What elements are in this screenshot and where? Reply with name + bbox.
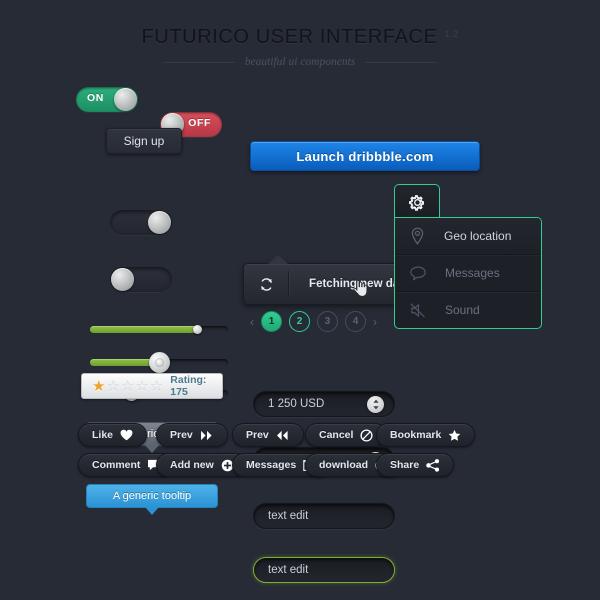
map-pin-icon: [411, 227, 424, 245]
refresh-button[interactable]: [244, 264, 288, 304]
pagination-page-1[interactable]: 1: [261, 311, 282, 332]
pill-label: Like: [92, 429, 114, 441]
stepper-icon[interactable]: [367, 395, 384, 413]
rating-star[interactable]: ☆: [106, 379, 119, 394]
settings-item-geo-location[interactable]: Geo location: [395, 218, 541, 255]
tooltip-arrow: [145, 507, 159, 515]
rule-right: [365, 61, 438, 63]
no-entry-icon: [360, 428, 373, 442]
tooltip-blue-label: A generic tooltip: [112, 490, 192, 502]
pill-label: Add new: [170, 459, 214, 471]
text-edit-focused-value: text edit: [268, 564, 309, 576]
forward-icon: [200, 430, 214, 441]
text-edit-value: text edit: [268, 510, 309, 522]
settings-panel: Geo location Messages Sound: [394, 217, 542, 329]
pagination-next[interactable]: ›: [373, 315, 377, 329]
slider-large-handle[interactable]: [90, 352, 228, 373]
page-subtitle: beautiful ui components: [244, 56, 356, 68]
pill-label: Prev: [246, 429, 269, 441]
mouse-cursor-icon: [353, 280, 368, 300]
launch-dribbble-button[interactable]: Launch dribbble.com: [250, 141, 480, 171]
subtitle-row: beautiful ui components: [0, 56, 600, 68]
toggle-on[interactable]: ON: [76, 87, 138, 112]
signup-button[interactable]: Sign up: [106, 128, 182, 154]
pagination-prev[interactable]: ‹: [250, 315, 254, 329]
toggle-plain-on-knob[interactable]: [148, 211, 171, 234]
launch-dribbble-label: Launch dribbble.com: [296, 148, 434, 164]
pill-label: Cancel: [319, 429, 354, 441]
rule-left: [162, 61, 235, 63]
rating-star[interactable]: ☆: [150, 379, 163, 394]
pill-button-share[interactable]: Share: [376, 453, 455, 477]
pagination-page-3[interactable]: 3: [317, 311, 338, 332]
settings-item-label: Messages: [445, 266, 500, 280]
gear-icon: [408, 194, 424, 211]
settings-panel-tab[interactable]: [394, 184, 440, 219]
rating-widget[interactable]: ★ ☆ ☆ ☆ ☆ Rating: 175: [81, 373, 223, 399]
pill-label: Share: [390, 459, 420, 471]
currency-stepper-field[interactable]: 1 250 USD: [253, 391, 395, 417]
tooltip-blue: A generic tooltip: [86, 484, 218, 515]
text-edit-field[interactable]: text edit: [253, 503, 395, 529]
pointer-hand-icon: [353, 280, 368, 297]
pill-button-bookmark[interactable]: Bookmark: [376, 423, 476, 447]
heart-icon: [120, 429, 133, 441]
pill-label: Comment: [92, 459, 141, 471]
refresh-icon: [260, 277, 272, 291]
pagination[interactable]: ‹ 1 2 3 4 ›: [250, 311, 377, 332]
page-title-text: FUTURICO USER INTERFACE: [141, 26, 438, 48]
pill-label: Bookmark: [390, 429, 442, 441]
slider-small-handle[interactable]: [90, 325, 228, 334]
speech-bubble-icon: [410, 265, 426, 280]
settings-item-label: Geo location: [444, 229, 512, 243]
settings-item-messages[interactable]: Messages: [395, 255, 541, 292]
text-edit-field-focused[interactable]: text edit: [253, 557, 395, 583]
pill-button-like[interactable]: Like: [78, 423, 148, 447]
pill-label: Prev: [170, 429, 193, 441]
page-header: FUTURICO USER INTERFACE 1.2 beautiful ui …: [0, 26, 600, 68]
toggle-off-label: OFF: [188, 117, 211, 129]
toggle-plain-on[interactable]: [110, 210, 172, 235]
toggle-plain-off[interactable]: [110, 267, 172, 292]
slider-handle[interactable]: [148, 352, 170, 373]
slider-fill: [90, 326, 198, 333]
star-rating[interactable]: ★ ☆ ☆ ☆ ☆: [92, 379, 163, 394]
speaker-muted-icon: [410, 302, 425, 317]
version-label: 1.2: [444, 29, 459, 39]
page-title: FUTURICO USER INTERFACE 1.2: [0, 26, 600, 49]
rating-star[interactable]: ★: [92, 379, 105, 394]
rating-count-label: Rating: 175: [170, 374, 207, 398]
stepper-arrows-icon: [372, 399, 379, 409]
toolbar-notch: [268, 255, 288, 264]
slider-handle[interactable]: [193, 325, 203, 334]
star-icon: [448, 429, 461, 442]
pill-label: download: [319, 459, 368, 471]
pill-label: Messages: [246, 459, 297, 471]
toggle-on-label: ON: [87, 92, 104, 104]
pagination-page-2[interactable]: 2: [289, 311, 310, 332]
settings-item-label: Sound: [445, 303, 480, 317]
pill-button-prev-forward[interactable]: Prev: [156, 423, 228, 447]
settings-item-sound[interactable]: Sound: [395, 292, 541, 328]
backward-icon: [276, 430, 290, 441]
rating-star[interactable]: ☆: [121, 379, 134, 394]
signup-button-label: Sign up: [123, 134, 165, 148]
futurico-ui-kit-page: FUTURICO USER INTERFACE 1.2 beautiful ui …: [0, 0, 600, 600]
share-icon: [426, 458, 440, 472]
pagination-page-4[interactable]: 4: [345, 311, 366, 332]
tooltip-arrow: [145, 445, 159, 453]
toggle-on-knob[interactable]: [114, 88, 137, 111]
rating-star[interactable]: ☆: [135, 379, 148, 394]
toggle-plain-off-knob[interactable]: [111, 268, 134, 291]
currency-value: 1 250 USD: [268, 398, 325, 410]
pill-button-prev-backward[interactable]: Prev: [232, 423, 304, 447]
